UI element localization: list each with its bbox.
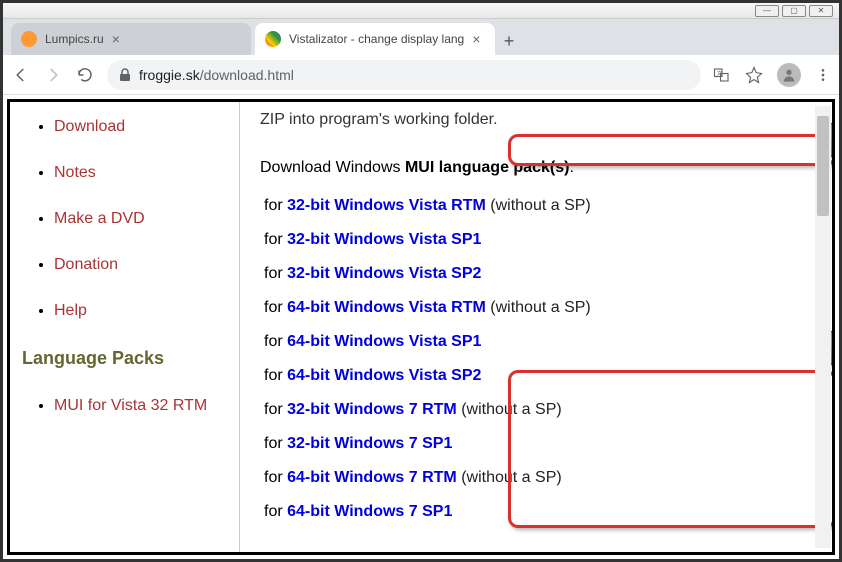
tab-strip: Lumpics.ru × Vistalizator - change displ… [3, 19, 839, 55]
tab-close-icon[interactable]: × [112, 31, 120, 47]
download-link[interactable]: 64-bit Windows 7 RTM [287, 469, 457, 486]
vertical-scrollbar[interactable] [815, 106, 831, 548]
window-titlebar: — ▢ ✕ [3, 3, 839, 19]
sidebar-item-make-dvd[interactable]: Make a DVD [54, 210, 145, 227]
menu-icon[interactable] [815, 67, 831, 83]
sidebar-heading: Language Packs [22, 348, 231, 369]
sidebar-nav: Download Notes Make a DVD Donation Help … [10, 102, 240, 552]
url-domain: froggie.sk [139, 67, 200, 83]
url-field[interactable]: froggie.sk/download.html [107, 60, 701, 90]
favicon-flag-icon [265, 31, 281, 47]
download-link[interactable]: 32-bit Windows Vista SP2 [287, 265, 481, 282]
download-link[interactable]: 64-bit Windows Vista SP1 [287, 333, 481, 350]
lock-icon [119, 68, 131, 82]
favicon-orange-icon [21, 31, 37, 47]
tab-title: Vistalizator - change display lang [289, 32, 464, 46]
sidebar-item-mui-vista32[interactable]: MUI for Vista 32 RTM [54, 397, 207, 414]
scroll-thumb[interactable] [817, 116, 829, 216]
download-link[interactable]: 32-bit Windows Vista RTM [287, 197, 486, 214]
download-link[interactable]: 64-bit Windows 7 SP1 [287, 503, 452, 520]
prev-paragraph-fragment: ZIP into program's working folder. [260, 108, 802, 132]
download-line: for 64-bit Windows Vista SP1 [260, 330, 802, 354]
download-link[interactable]: 64-bit Windows Vista SP2 [287, 367, 481, 384]
back-button[interactable] [11, 65, 31, 85]
translate-icon[interactable]: 文 [713, 66, 731, 84]
download-heading: Download Windows MUI language pack(s): [260, 156, 802, 180]
page-content: Download Notes Make a DVD Donation Help … [3, 95, 839, 559]
download-link[interactable]: 32-bit Windows Vista SP1 [287, 231, 481, 248]
download-line: for 32-bit Windows Vista SP1 [260, 228, 802, 252]
sidebar-item-help[interactable]: Help [54, 302, 87, 319]
reload-button[interactable] [75, 65, 95, 85]
url-path: /download.html [200, 67, 294, 83]
tab-vistalizator[interactable]: Vistalizator - change display lang × [255, 23, 495, 55]
profile-avatar[interactable] [777, 63, 801, 87]
tab-title: Lumpics.ru [45, 32, 104, 46]
minimize-button[interactable]: — [755, 5, 779, 17]
download-line: for 64-bit Windows Vista SP2 [260, 364, 802, 388]
star-icon[interactable] [745, 66, 763, 84]
download-link[interactable]: 32-bit Windows 7 SP1 [287, 435, 452, 452]
close-button[interactable]: ✕ [809, 5, 833, 17]
sidebar-item-notes[interactable]: Notes [54, 164, 96, 181]
download-line: for 64-bit Windows 7 SP1 [260, 500, 802, 524]
download-link[interactable]: 64-bit Windows Vista RTM [287, 299, 486, 316]
download-link[interactable]: 32-bit Windows 7 RTM [287, 401, 457, 418]
download-line: for 64-bit Windows Vista RTM (without a … [260, 296, 802, 320]
download-line: for 32-bit Windows 7 RTM (without a SP) [260, 398, 802, 422]
tab-lumpics[interactable]: Lumpics.ru × [11, 23, 251, 55]
address-bar: froggie.sk/download.html 文 [3, 55, 839, 95]
download-line: for 32-bit Windows Vista SP2 [260, 262, 802, 286]
download-line: for 64-bit Windows 7 RTM (without a SP) [260, 466, 802, 490]
tab-close-icon[interactable]: × [472, 31, 480, 47]
forward-button[interactable] [43, 65, 63, 85]
maximize-button[interactable]: ▢ [782, 5, 806, 17]
new-tab-button[interactable]: + [495, 27, 523, 55]
sidebar-item-download[interactable]: Download [54, 118, 125, 135]
download-line: for 32-bit Windows Vista RTM (without a … [260, 194, 802, 218]
main-content: ZIP into program's working folder. Downl… [240, 102, 832, 552]
toolbar-right: 文 [713, 63, 831, 87]
download-line: for 32-bit Windows 7 SP1 [260, 432, 802, 456]
sidebar-item-donation[interactable]: Donation [54, 256, 118, 273]
browser-window: — ▢ ✕ Lumpics.ru × Vistalizator - change… [0, 0, 842, 562]
